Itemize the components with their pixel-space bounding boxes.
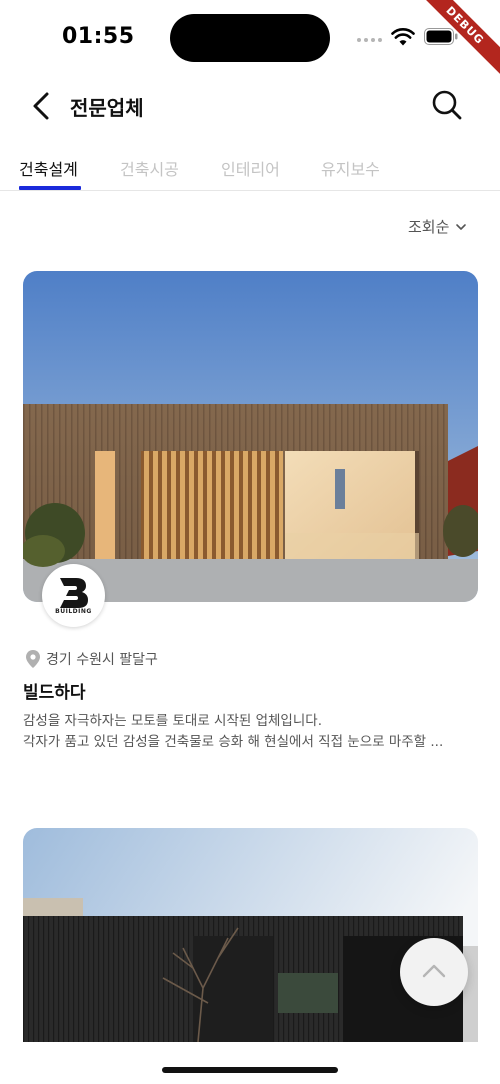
page-title: 전문업체 [70,96,144,120]
tab-interior[interactable]: 인테리어 [221,156,280,180]
house-photo [23,828,478,1042]
home-indicator [162,1067,338,1073]
tab-maintenance[interactable]: 유지보수 [321,156,380,180]
sort-label: 조회순 [408,218,450,236]
cellular-signal-icon [357,38,382,42]
app-header: 전문업체 [0,76,500,136]
house-photo [23,271,478,602]
company-card-image[interactable] [23,271,478,602]
company-description: 감성을 자극하자는 모토를 토대로 시작된 업체입니다. 각자가 품고 있던 감… [23,711,478,753]
company-card-image[interactable] [23,828,478,1042]
description-line-1: 감성을 자극하자는 모토를 토대로 시작된 업체입니다. [23,713,322,729]
scroll-to-top-button[interactable] [400,938,468,1006]
back-arrow-icon[interactable] [28,90,56,122]
chevron-down-icon [456,223,467,230]
description-line-2: 각자가 품고 있던 감성을 건축물로 승화 해 현실에서 직접 눈으로 마주할 … [23,734,444,750]
tab-construction[interactable]: 건축시공 [120,156,179,180]
search-icon[interactable] [430,88,464,122]
chevron-up-icon [422,964,446,978]
status-time: 01:55 [62,24,135,49]
building-logo-icon [60,578,88,608]
company-logo: BUILDING [42,564,105,627]
category-tabs: 건축설계 건축시공 인테리어 유지보수 [0,150,500,191]
sort-dropdown[interactable]: 조회순 [408,216,467,237]
logo-text: BUILDING [55,608,92,615]
tab-active-indicator [19,186,81,190]
tab-architecture-design[interactable]: 건축설계 [19,156,78,180]
location-pin-icon [26,650,40,668]
status-bar: 01:55 DEBUG [0,0,500,79]
location-text: 경기 수원시 팔달구 [46,652,158,668]
dynamic-island [170,14,330,62]
company-name[interactable]: 빌드하다 [23,678,86,703]
card-location: 경기 수원시 팔달구 [26,649,158,669]
debug-label: DEBUG [412,0,500,79]
